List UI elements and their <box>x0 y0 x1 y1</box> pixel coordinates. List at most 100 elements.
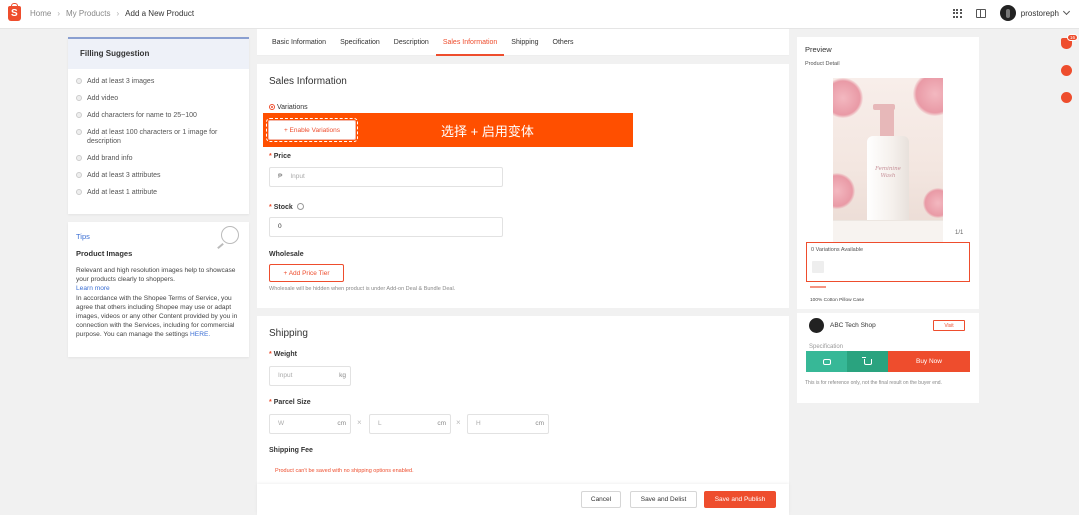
buy-now-button: Buy Now <box>888 351 970 372</box>
tips-body: Relevant and high resolution images help… <box>76 267 238 339</box>
info-icon <box>296 203 304 210</box>
user-menu[interactable]: prostoreph <box>999 5 1071 21</box>
chat-icon <box>822 358 831 365</box>
price-input[interactable]: ₱ Input <box>269 167 503 187</box>
product-image-label: Feminine Wash <box>875 166 901 179</box>
tips-card: Tips Product Images Relevant and high re… <box>68 222 249 357</box>
specification-peek: Specification <box>809 344 844 350</box>
tips-heading: Product Images <box>76 249 133 258</box>
preview-title: Preview <box>805 45 832 54</box>
chevron-down-icon <box>1062 7 1071 16</box>
tab-others[interactable]: Others <box>546 29 581 56</box>
suggestion-item: Add video <box>76 94 241 103</box>
cart-icon <box>861 356 872 365</box>
breadcrumb-separator: › <box>116 9 120 18</box>
suggestion-item: Add brand info <box>76 154 241 163</box>
notification-badge: 16 <box>1066 34 1078 41</box>
wholesale-hint: Wholesale will be hidden when product is… <box>269 286 456 292</box>
username: prostoreph <box>1020 8 1059 18</box>
stock-input[interactable]: 0 <box>269 217 503 237</box>
add-to-cart-button <box>847 351 888 372</box>
breadcrumb-separator: › <box>57 9 61 18</box>
wholesale-label: Wholesale <box>269 251 304 258</box>
tab-basic-information[interactable]: Basic Information <box>265 29 333 56</box>
width-input[interactable]: W cm <box>269 414 351 434</box>
learn-more-link[interactable]: Learn more <box>76 285 110 292</box>
shop-name: ABC Tech Shop <box>830 322 876 329</box>
suggestion-item: Add at least 100 characters or 1 image f… <box>76 128 241 146</box>
banner-text: 选择 + 启用变体 <box>441 124 534 139</box>
parcel-size-label: * Parcel Size <box>269 399 311 406</box>
suggestion-item: Add characters for name to 25~100 <box>76 111 241 120</box>
price-label: * Price <box>269 153 291 160</box>
divider <box>797 309 979 313</box>
preview-subtitle: Product Detail <box>805 61 840 67</box>
section-tabs: Basic Information Specification Descript… <box>257 29 789 56</box>
preview-panel: Preview Product Detail Feminine Wash 1/1… <box>797 37 979 403</box>
floating-actions: 16 <box>1061 34 1078 103</box>
status-dot-icon <box>76 95 82 101</box>
preview-action-bar: Buy Now <box>806 351 970 372</box>
variation-thumbnail <box>812 261 824 273</box>
shipping-fee-label: Shipping Fee <box>269 447 313 454</box>
suggestion-item: Add at least 1 attribute <box>76 188 241 197</box>
preview-price <box>810 286 826 288</box>
status-dot-icon <box>76 155 82 161</box>
suggestion-list: Add at least 3 images Add video Add char… <box>68 69 249 197</box>
add-price-tier-button[interactable]: + Add Price Tier <box>269 264 344 282</box>
tab-description[interactable]: Description <box>387 29 436 56</box>
learning-book-icon[interactable] <box>975 8 986 18</box>
suggestion-item: Add at least 3 images <box>76 77 241 86</box>
chat-button <box>806 351 847 372</box>
breadcrumb: Home › My Products › Add a New Product <box>30 9 194 18</box>
sales-information-section: Sales Information Variations * Price ₱ Inp… <box>257 64 789 308</box>
shop-avatar <box>809 318 824 333</box>
height-input[interactable]: H cm <box>467 414 549 434</box>
action-footer: Cancel Save and Delist Save and Publish <box>257 484 789 515</box>
section-title: Sales Information <box>269 76 347 87</box>
cancel-button[interactable]: Cancel <box>581 491 621 508</box>
tab-sales-information[interactable]: Sales Information <box>435 29 505 56</box>
stock-label: * Stock <box>269 203 304 211</box>
status-dot-icon <box>76 129 82 135</box>
notification-bell-icon[interactable]: 16 <box>1061 34 1078 49</box>
length-input[interactable]: L cm <box>369 414 451 434</box>
tips-title: Tips <box>76 232 90 241</box>
filling-suggestion-card: Filling Suggestion Add at least 3 images… <box>68 37 249 214</box>
tab-shipping[interactable]: Shipping <box>504 29 545 56</box>
save-and-delist-button[interactable]: Save and Delist <box>630 491 697 508</box>
breadcrumb-home[interactable]: Home <box>30 9 51 18</box>
product-image: Feminine Wash <box>833 78 943 242</box>
suggestion-item: Add at least 3 attributes <box>76 171 241 180</box>
top-right-tools: prostoreph <box>952 5 1071 21</box>
weight-label: * Weight <box>269 351 297 358</box>
tab-specification[interactable]: Specification <box>333 29 387 56</box>
shopee-logo[interactable]: S <box>8 3 21 21</box>
shipping-error-text: Product can't be saved with no shipping … <box>275 468 414 474</box>
variations-available-text: 0 Variations Available <box>811 247 864 253</box>
preview-product-name: 100% Cotton Pillow Case <box>810 298 865 303</box>
times-icon: × <box>357 418 362 427</box>
breadcrumb-my-products[interactable]: My Products <box>66 9 110 18</box>
apps-grid-icon[interactable] <box>952 8 962 18</box>
breadcrumb-current: Add a New Product <box>125 9 195 18</box>
headset-support-icon[interactable] <box>1061 65 1072 76</box>
section-title: Shipping <box>269 328 308 339</box>
currency-symbol: ₱ <box>278 173 283 180</box>
weight-unit: kg <box>339 372 346 379</box>
shipping-section: Shipping * Weight Input kg * Parcel Size W… <box>257 316 789 486</box>
variations-label: Variations <box>269 104 308 111</box>
lightbulb-icon <box>221 226 239 244</box>
save-and-publish-button[interactable]: Save and Publish <box>704 491 776 508</box>
visit-shop-button: Visit <box>933 320 965 331</box>
top-bar: S Home › My Products › Add a New Product… <box>0 0 1079 29</box>
here-link[interactable]: HERE. <box>190 331 210 338</box>
required-dot-icon <box>269 104 275 110</box>
preview-disclaimer: This is for reference only, not the fina… <box>805 380 942 386</box>
weight-input[interactable]: Input kg <box>269 366 351 386</box>
chat-bubble-icon[interactable] <box>1061 92 1072 103</box>
enable-variations-button[interactable]: + Enable Variations <box>266 118 358 142</box>
times-icon: × <box>456 418 461 427</box>
variations-preview-box: 0 Variations Available <box>806 242 970 282</box>
status-dot-icon <box>76 78 82 84</box>
